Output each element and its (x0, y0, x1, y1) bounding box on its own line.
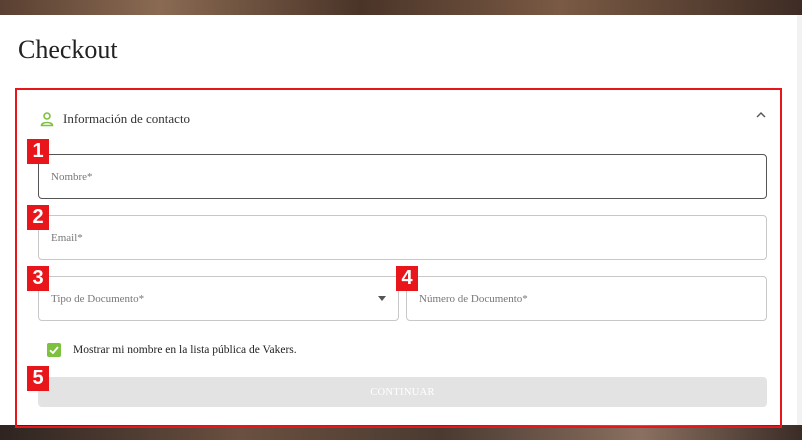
page-title: Checkout (18, 35, 118, 64)
public-name-checkbox[interactable] (47, 343, 61, 357)
annotation-badge-5: 5 (27, 366, 49, 391)
email-label: Email* (51, 231, 83, 244)
scrollbar-track[interactable] (797, 15, 802, 425)
annotation-badge-4: 4 (396, 266, 418, 291)
checkout-card: Checkout Información de contacto Nombre*… (0, 15, 797, 428)
chevron-up-icon[interactable] (754, 108, 768, 122)
annotation-badge-2: 2 (27, 205, 49, 230)
annotation-badge-1: 1 (27, 139, 49, 164)
dropdown-arrow-icon (378, 295, 386, 301)
continue-button[interactable]: CONTINUAR (38, 377, 767, 407)
user-icon (39, 111, 55, 127)
contact-info-section: Información de contacto Nombre* 1 Email*… (15, 88, 782, 428)
background-image-top (0, 0, 802, 16)
public-name-checkbox-row[interactable]: Mostrar mi nombre en la lista pública de… (47, 343, 297, 357)
nombre-label: Nombre* (51, 170, 93, 183)
numero-documento-label: Número de Documento* (419, 292, 528, 305)
numero-documento-field[interactable]: Número de Documento* (406, 276, 767, 321)
nombre-field[interactable]: Nombre* (38, 154, 767, 199)
tipo-documento-select[interactable]: Tipo de Documento* (38, 276, 399, 321)
annotation-badge-3: 3 (27, 266, 49, 291)
contact-info-heading: Información de contacto (63, 111, 191, 126)
contact-info-header[interactable]: Información de contacto (39, 106, 190, 132)
tipo-documento-label: Tipo de Documento* (51, 292, 145, 305)
email-field[interactable]: Email* (38, 215, 767, 260)
public-name-checkbox-label: Mostrar mi nombre en la lista pública de… (73, 344, 297, 356)
